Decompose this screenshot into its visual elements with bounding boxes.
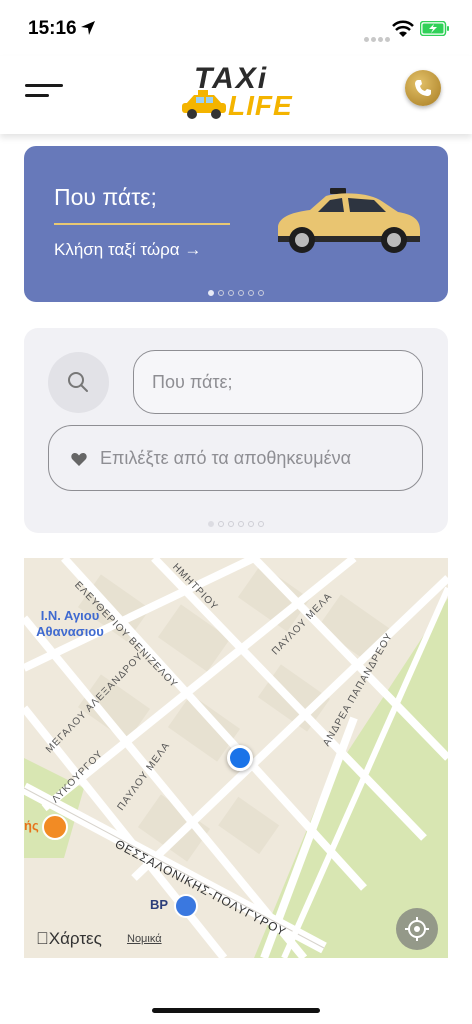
maps-legal-link[interactable]: Νομικά bbox=[127, 933, 162, 945]
search-card: Που πάτε; Επιλέξτε από τα αποθηκευμένα bbox=[24, 328, 448, 533]
banner-title: Που πάτε; bbox=[54, 184, 157, 210]
maps-brand: Χάρτες bbox=[36, 929, 102, 949]
banner-divider bbox=[54, 223, 230, 225]
logo-taxi-icon bbox=[182, 90, 226, 119]
wifi-icon bbox=[392, 20, 414, 37]
search-page-indicator bbox=[24, 514, 448, 532]
taxi-life-logo: TAXi LIFE bbox=[180, 62, 300, 128]
map-view[interactable]: Ι.Ν. Αγιου Αθανασιου ΕΛΕΥΘΕΡΙΟΥ ΒΕΝΙΖΕΛΟ… bbox=[24, 558, 448, 958]
gas-station-icon[interactable] bbox=[174, 894, 198, 918]
heart-icon bbox=[71, 452, 87, 466]
status-time: 15:16 bbox=[28, 18, 77, 39]
recenter-button[interactable] bbox=[396, 908, 438, 950]
hamburger-icon-line bbox=[25, 94, 49, 97]
battery-charging-icon bbox=[420, 21, 449, 36]
crosshair-icon bbox=[405, 917, 429, 941]
promo-banner[interactable]: Που πάτε; Κλήση ταξί τώρα → bbox=[24, 146, 448, 302]
cellular-signal-icon bbox=[364, 29, 392, 47]
banner-page-indicator bbox=[24, 283, 448, 301]
home-indicator[interactable] bbox=[152, 1008, 320, 1013]
taxi-car-image bbox=[278, 188, 420, 253]
call-taxi-now-link[interactable]: Κλήση ταξί τώρα → bbox=[54, 240, 201, 260]
maps-brand-label: Χάρτες bbox=[36, 929, 102, 948]
menu-button[interactable] bbox=[25, 80, 63, 100]
destination-placeholder: Που πάτε; bbox=[152, 372, 233, 392]
location-arrow-icon bbox=[81, 21, 95, 35]
current-location-dot bbox=[227, 745, 253, 771]
destination-input[interactable]: Που πάτε; bbox=[133, 350, 423, 414]
app-header: TAXi LIFE bbox=[0, 56, 472, 134]
phone-icon bbox=[415, 80, 431, 96]
poi-fuel-label: BP bbox=[150, 897, 169, 912]
call-button[interactable] bbox=[405, 70, 441, 106]
logo-text-bottom: LIFE bbox=[228, 90, 293, 121]
poi-food-label: ής bbox=[24, 818, 39, 833]
saved-places-button[interactable]: Επιλέξτε από τα αποθηκευμένα bbox=[48, 425, 423, 491]
search-icon bbox=[68, 372, 88, 392]
saved-places-label: Επιλέξτε από τα αποθηκευμένα bbox=[100, 448, 352, 468]
restaurant-icon[interactable] bbox=[42, 814, 68, 840]
poi-church-label: Ι.Ν. Αγιου Αθανασιου bbox=[36, 608, 104, 639]
search-button[interactable] bbox=[48, 352, 109, 413]
status-bar: 15:16 bbox=[0, 0, 472, 56]
hamburger-icon bbox=[25, 84, 63, 87]
